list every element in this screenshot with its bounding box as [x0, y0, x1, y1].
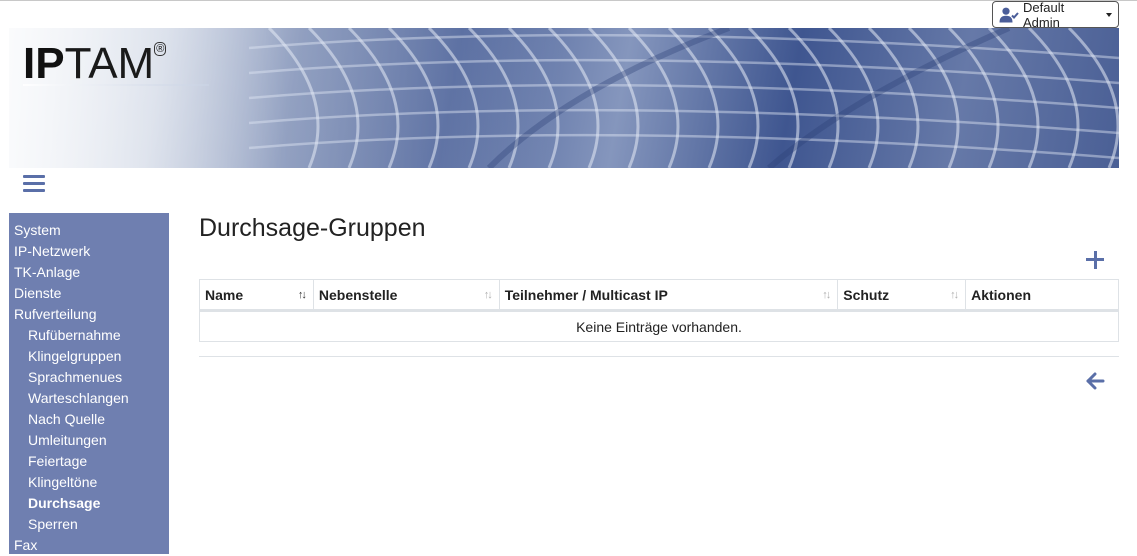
banner-grid-graphic	[9, 28, 1119, 168]
column-header-label: Nebenstelle	[318, 286, 398, 303]
sidebar-item-klingeltöne[interactable]: Klingeltöne	[9, 472, 169, 493]
header-banner: IPTAM ®	[9, 28, 1119, 168]
sidebar-item-umleitungen[interactable]: Umleitungen	[9, 430, 169, 451]
sidebar-nav: System IP-Netzwerk TK-Anlage Dienste Rufvert…	[9, 213, 169, 554]
sidebar-item-klingelgruppen[interactable]: Klingelgruppen	[9, 346, 169, 367]
sort-icon: ↑↓	[950, 289, 959, 301]
sidebar-item-durchsage[interactable]: Durchsage	[9, 493, 169, 514]
sidebar-item-sperren[interactable]: Sperren	[9, 514, 169, 535]
user-check-icon	[999, 7, 1019, 23]
table-row-empty: Keine Einträge vorhanden.	[199, 310, 1119, 342]
column-header-aktionen[interactable]: Aktionen	[965, 279, 1119, 312]
sidebar-item-rufverteilung[interactable]: Rufverteilung	[9, 304, 169, 325]
user-menu-button[interactable]: Default Admin	[992, 0, 1119, 30]
user-name: Default Admin	[1023, 0, 1065, 30]
sidebar-item-dienste[interactable]: Dienste	[9, 283, 169, 304]
iptam-logo: IPTAM ®	[23, 39, 167, 88]
table-header-row: Name ↑↓ Nebenstelle ↑↓ Teilnehmer / Multicas…	[199, 279, 1119, 312]
column-header-name[interactable]: Name ↑↓	[199, 279, 314, 312]
sidebar-item-nach-quelle[interactable]: Nach Quelle	[9, 409, 169, 430]
sidebar-item-rufübernahme[interactable]: Rufübernahme	[9, 325, 169, 346]
divider	[199, 356, 1119, 357]
menu-toggle-icon[interactable]	[23, 175, 45, 195]
back-arrow-icon[interactable]	[1086, 372, 1106, 390]
column-header-label: Aktionen	[971, 286, 1031, 303]
column-header-label: Name	[205, 286, 244, 303]
logo-underline	[23, 84, 209, 86]
add-icon[interactable]	[1086, 250, 1106, 270]
column-header-teilnehmer-multicast-ip[interactable]: Teilnehmer / Multicast IP ↑↓	[498, 279, 839, 312]
sidebar-item-tk-anlage[interactable]: TK-Anlage	[9, 262, 169, 283]
column-header-schutz[interactable]: Schutz ↑↓	[837, 279, 967, 312]
column-header-label: Teilnehmer / Multicast IP	[504, 286, 668, 303]
sidebar-item-warteschlangen[interactable]: Warteschlangen	[9, 388, 169, 409]
sidebar-item-fax[interactable]: Fax	[9, 535, 169, 556]
sort-icon: ↑↓	[297, 289, 307, 301]
column-header-nebenstelle[interactable]: Nebenstelle ↑↓	[312, 279, 500, 312]
sidebar-item-feiertage[interactable]: Feiertage	[9, 451, 169, 472]
sort-icon: ↑↓	[483, 289, 493, 301]
sidebar-item-system[interactable]: System	[9, 220, 169, 241]
page-title: Durchsage-Gruppen	[199, 214, 426, 242]
top-border	[0, 0, 1137, 1]
sort-icon: ↑↓	[822, 289, 831, 301]
chevron-down-icon	[1106, 12, 1112, 17]
sidebar-item-sprachmenues[interactable]: Sprachmenues	[9, 367, 169, 388]
column-header-label: Schutz	[843, 286, 890, 303]
groups-table: Name ↑↓ Nebenstelle ↑↓ Teilnehmer / Multicas…	[199, 279, 1119, 342]
sidebar-item-ip-netzwerk[interactable]: IP-Netzwerk	[9, 241, 169, 262]
empty-message: Keine Einträge vorhanden.	[199, 310, 1119, 342]
